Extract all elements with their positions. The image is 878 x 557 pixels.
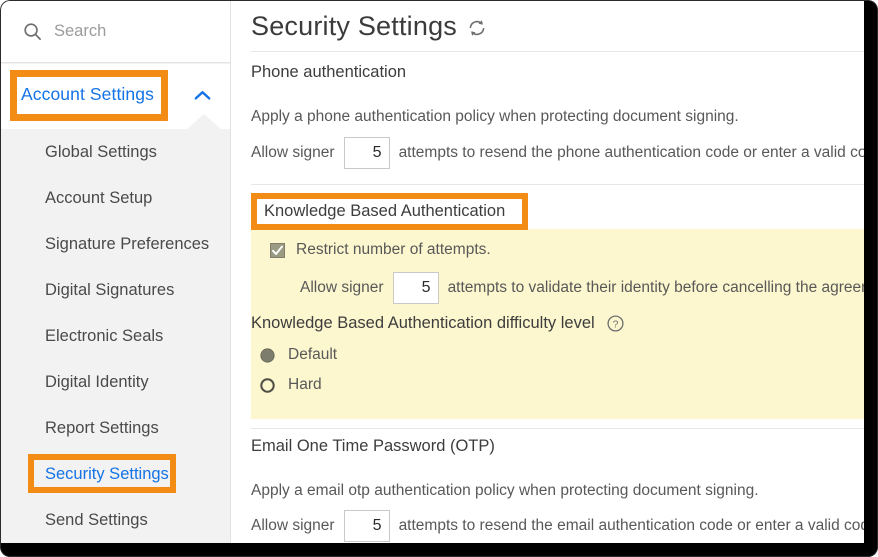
otp-section-title: Email One Time Password (OTP) bbox=[251, 437, 495, 455]
window-right-edge bbox=[864, 0, 878, 557]
otp-allow-suffix: attempts to resend the email authenticat… bbox=[398, 517, 864, 534]
sidebar-item-report-settings[interactable]: Report Settings bbox=[1, 405, 230, 451]
kba-otp-divider bbox=[251, 428, 864, 429]
checkbox-checked-icon[interactable] bbox=[270, 242, 285, 258]
kba-difficulty-option-default[interactable]: Default bbox=[260, 346, 337, 364]
otp-attempts-input[interactable] bbox=[343, 510, 390, 542]
help-icon[interactable]: ? bbox=[607, 315, 624, 332]
svg-text:?: ? bbox=[612, 318, 618, 330]
sidebar-item-digital-identity[interactable]: Digital Identity bbox=[1, 359, 230, 405]
window-content: Account Settings Global Settings Account… bbox=[1, 1, 864, 543]
phone-allow-suffix: attempts to resend the phone authenticat… bbox=[398, 144, 864, 161]
main-content: Security Settings Phone authentication A… bbox=[232, 1, 864, 543]
phone-attempts-input[interactable] bbox=[343, 137, 390, 169]
sidebar-item-electronic-seals[interactable]: Electronic Seals bbox=[1, 313, 230, 359]
phone-section-title: Phone authentication bbox=[251, 63, 407, 81]
sidebar-item-label: Account Setup bbox=[45, 188, 153, 207]
sidebar-item-label: Report Settings bbox=[45, 418, 159, 437]
kba-attempts-input[interactable] bbox=[392, 272, 439, 304]
section-email-otp: Email One Time Password (OTP) bbox=[232, 437, 864, 456]
radio-unselected-icon[interactable] bbox=[260, 377, 275, 393]
phone-section-description-wrap: Apply a phone authentication policy when… bbox=[232, 108, 864, 126]
sidebar-nav-list: Global Settings Account Setup Signature … bbox=[1, 129, 230, 543]
kba-allow-row-wrap: Allow signer attempts to validate their … bbox=[300, 272, 864, 304]
chevron-up-icon[interactable] bbox=[194, 90, 211, 101]
section-phone-authentication: Phone authentication bbox=[232, 63, 864, 82]
window-frame: Account Settings Global Settings Account… bbox=[0, 0, 878, 557]
kba-difficulty-option-label: Default bbox=[288, 346, 338, 363]
phone-allow-row-wrap: Allow signer attempts to resend the phon… bbox=[232, 137, 864, 169]
sidebar-item-security-settings[interactable]: Security Settings bbox=[1, 451, 230, 497]
sidebar-item-global-settings[interactable]: Global Settings bbox=[1, 129, 230, 175]
kba-allow-prefix: Allow signer bbox=[300, 279, 384, 296]
sidebar-item-digital-signatures[interactable]: Digital Signatures bbox=[1, 267, 230, 313]
search-bar[interactable] bbox=[1, 1, 230, 63]
page-title: Security Settings bbox=[251, 10, 457, 41]
kba-restrict-checkbox-label: Restrict number of attempts. bbox=[296, 241, 491, 258]
search-icon bbox=[24, 23, 41, 40]
search-input[interactable] bbox=[54, 22, 204, 41]
sidebar-item-label: Digital Signatures bbox=[45, 280, 175, 299]
phone-section-description: Apply a phone authentication policy when… bbox=[251, 108, 739, 125]
sidebar-item-label: Send Settings bbox=[45, 510, 148, 529]
otp-section-description: Apply a email otp authentication policy … bbox=[251, 482, 759, 499]
kba-difficulty-label-row: Knowledge Based Authentication difficult… bbox=[251, 314, 624, 333]
sidebar-item-label: Digital Identity bbox=[45, 372, 149, 391]
kba-difficulty-option-label: Hard bbox=[288, 376, 322, 393]
sidebar-group-notch bbox=[187, 114, 221, 129]
page-header: Security Settings bbox=[232, 1, 864, 51]
header-divider bbox=[251, 51, 864, 52]
kba-difficulty-label: Knowledge Based Authentication difficult… bbox=[251, 314, 595, 332]
sidebar-item-label: Electronic Seals bbox=[45, 326, 164, 345]
sidebar-item-signature-preferences[interactable]: Signature Preferences bbox=[1, 221, 230, 267]
otp-allow-row-wrap: Allow signer attempts to resend the emai… bbox=[232, 510, 864, 542]
app-screenshot: Account Settings Global Settings Account… bbox=[0, 0, 878, 557]
kba-difficulty-option-hard[interactable]: Hard bbox=[260, 376, 322, 394]
kba-allow-row: Allow signer attempts to validate their … bbox=[300, 272, 864, 304]
radio-selected-icon[interactable] bbox=[260, 347, 275, 363]
kba-section-title: Knowledge Based Authentication bbox=[264, 202, 506, 220]
otp-allow-prefix: Allow signer bbox=[251, 517, 335, 534]
sidebar-item-label: Signature Preferences bbox=[45, 234, 210, 253]
phone-kba-divider bbox=[251, 184, 864, 185]
sidebar-item-label: Security Settings bbox=[45, 464, 169, 483]
sidebar: Account Settings Global Settings Account… bbox=[1, 1, 231, 543]
otp-allow-row: Allow signer attempts to resend the emai… bbox=[251, 510, 864, 542]
account-settings-label: Account Settings bbox=[21, 84, 154, 104]
otp-section-description-wrap: Apply a email otp authentication policy … bbox=[232, 482, 864, 500]
window-bottom-edge bbox=[0, 543, 878, 557]
phone-allow-prefix: Allow signer bbox=[251, 144, 335, 161]
sidebar-item-label: Global Settings bbox=[45, 142, 157, 161]
sidebar-item-send-settings[interactable]: Send Settings bbox=[1, 497, 230, 543]
sidebar-item-account-setup[interactable]: Account Setup bbox=[1, 175, 230, 221]
kba-allow-suffix: attempts to validate their identity befo… bbox=[447, 279, 864, 296]
refresh-icon[interactable] bbox=[467, 18, 487, 38]
phone-allow-row: Allow signer attempts to resend the phon… bbox=[251, 137, 864, 169]
kba-restrict-checkbox-row[interactable]: Restrict number of attempts. bbox=[270, 241, 491, 259]
